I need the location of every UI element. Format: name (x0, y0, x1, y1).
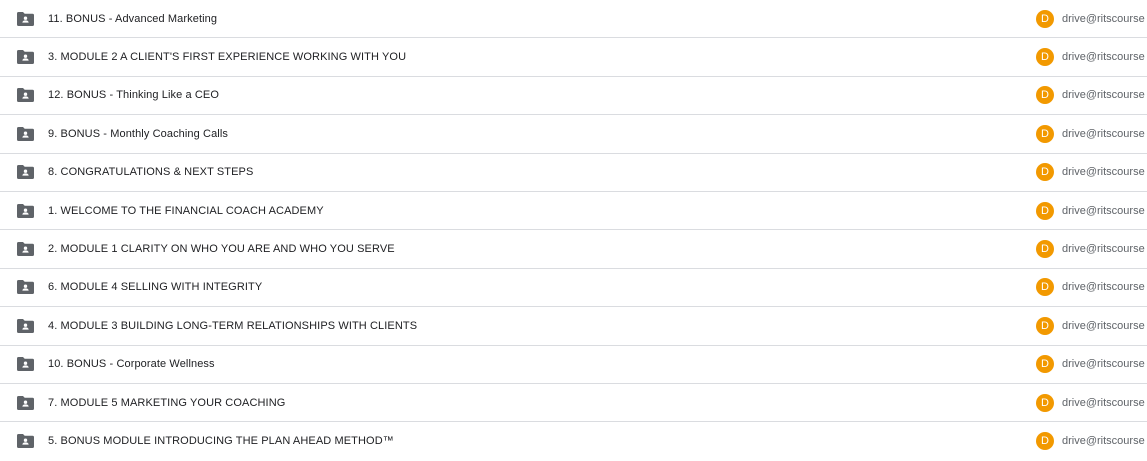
owner-email: drive@ritscourse (1062, 89, 1145, 102)
folder-name: 11. BONUS - Advanced Marketing (48, 12, 218, 25)
folder-row[interactable]: 1. WELCOME TO THE FINANCIAL COACH ACADEM… (0, 192, 1147, 231)
owner-avatar: D (1036, 316, 1054, 335)
owner: D drive@ritscourse (1036, 163, 1145, 182)
owner: D drive@ritscourse (1036, 316, 1145, 335)
owner-email: drive@ritscourse (1062, 204, 1145, 217)
owner-email: drive@ritscourse (1062, 435, 1145, 448)
folder-row[interactable]: 6. MODULE 4 SELLING WITH INTEGRITY D dri… (0, 269, 1147, 308)
owner-avatar: D (1036, 393, 1054, 412)
owner: D drive@ritscourse (1036, 393, 1145, 412)
folder-name: 10. BONUS - Corporate Wellness (48, 358, 215, 371)
owner-avatar: D (1036, 432, 1054, 451)
folder-name: 12. BONUS - Thinking Like a CEO (48, 89, 220, 102)
folder-row[interactable]: 9. BONUS - Monthly Coaching Calls D driv… (0, 115, 1147, 154)
owner: D drive@ritscourse (1036, 201, 1145, 220)
folder-name: 6. MODULE 4 SELLING WITH INTEGRITY (48, 281, 263, 294)
folder-name: 2. MODULE 1 CLARITY ON WHO YOU ARE AND W… (48, 243, 395, 256)
owner-email: drive@ritscourse (1062, 12, 1145, 25)
owner-email: drive@ritscourse (1062, 166, 1145, 179)
folder-row[interactable]: 2. MODULE 1 CLARITY ON WHO YOU ARE AND W… (0, 230, 1147, 269)
shared-folder-icon (17, 203, 34, 218)
shared-folder-icon (17, 126, 34, 141)
owner-avatar: D (1036, 278, 1054, 297)
owner-email: drive@ritscourse (1062, 281, 1145, 294)
shared-folder-icon (17, 357, 34, 372)
owner: D drive@ritscourse (1036, 355, 1145, 374)
folder-row[interactable]: 8. CONGRATULATIONS & NEXT STEPS D drive@… (0, 154, 1147, 192)
owner-email: drive@ritscourse (1062, 358, 1145, 371)
shared-folder-icon (17, 434, 34, 449)
folder-name: 1. WELCOME TO THE FINANCIAL COACH ACADEM… (48, 204, 324, 217)
owner: D drive@ritscourse (1036, 432, 1145, 451)
owner: D drive@ritscourse (1036, 124, 1145, 143)
owner-email: drive@ritscourse (1062, 51, 1145, 64)
folder-name: 7. MODULE 5 MARKETING YOUR COACHING (48, 396, 286, 409)
owner-avatar: D (1036, 124, 1054, 143)
folder-row[interactable]: 5. BONUS MODULE INTRODUCING THE PLAN AHE… (0, 422, 1147, 460)
owner-avatar: D (1036, 240, 1054, 259)
folder-row[interactable]: 4. MODULE 3 BUILDING LONG-TERM RELATIONS… (0, 307, 1147, 346)
folder-name: 3. MODULE 2 A CLIENT'S FIRST EXPERIENCE … (48, 51, 407, 64)
owner: D drive@ritscourse (1036, 278, 1145, 297)
owner-avatar: D (1036, 9, 1054, 28)
owner-avatar: D (1036, 163, 1054, 182)
shared-folder-icon (17, 165, 34, 180)
shared-folder-icon (17, 280, 34, 295)
owner-avatar: D (1036, 48, 1054, 67)
shared-folder-icon (17, 318, 34, 333)
shared-folder-icon (17, 11, 34, 26)
owner-email: drive@ritscourse (1062, 319, 1145, 332)
owner-email: drive@ritscourse (1062, 396, 1145, 409)
shared-folder-icon (17, 242, 34, 257)
shared-folder-icon (17, 50, 34, 65)
folder-row[interactable]: 10. BONUS - Corporate Wellness D drive@r… (0, 346, 1147, 384)
file-list: 11. BONUS - Advanced Marketing D drive@r… (0, 0, 1147, 461)
owner-email: drive@ritscourse (1062, 243, 1145, 256)
owner: D drive@ritscourse (1036, 240, 1145, 259)
shared-folder-icon (17, 395, 34, 410)
folder-row[interactable]: 3. MODULE 2 A CLIENT'S FIRST EXPERIENCE … (0, 38, 1147, 77)
folder-name: 9. BONUS - Monthly Coaching Calls (48, 127, 228, 140)
owner-avatar: D (1036, 86, 1054, 105)
folder-name: 5. BONUS MODULE INTRODUCING THE PLAN AHE… (48, 435, 394, 448)
folder-row[interactable]: 11. BONUS - Advanced Marketing D drive@r… (0, 0, 1147, 39)
folder-name: 4. MODULE 3 BUILDING LONG-TERM RELATIONS… (48, 319, 418, 332)
owner-email: drive@ritscourse (1062, 127, 1145, 140)
folder-name: 8. CONGRATULATIONS & NEXT STEPS (48, 166, 254, 179)
folder-row[interactable]: 12. BONUS - Thinking Like a CEO D drive@… (0, 77, 1147, 116)
folder-row[interactable]: 7. MODULE 5 MARKETING YOUR COACHING D dr… (0, 384, 1147, 423)
owner-avatar: D (1036, 355, 1054, 374)
shared-folder-icon (17, 88, 34, 103)
owner-avatar: D (1036, 201, 1054, 220)
owner: D drive@ritscourse (1036, 48, 1145, 67)
owner: D drive@ritscourse (1036, 9, 1145, 28)
owner: D drive@ritscourse (1036, 86, 1145, 105)
